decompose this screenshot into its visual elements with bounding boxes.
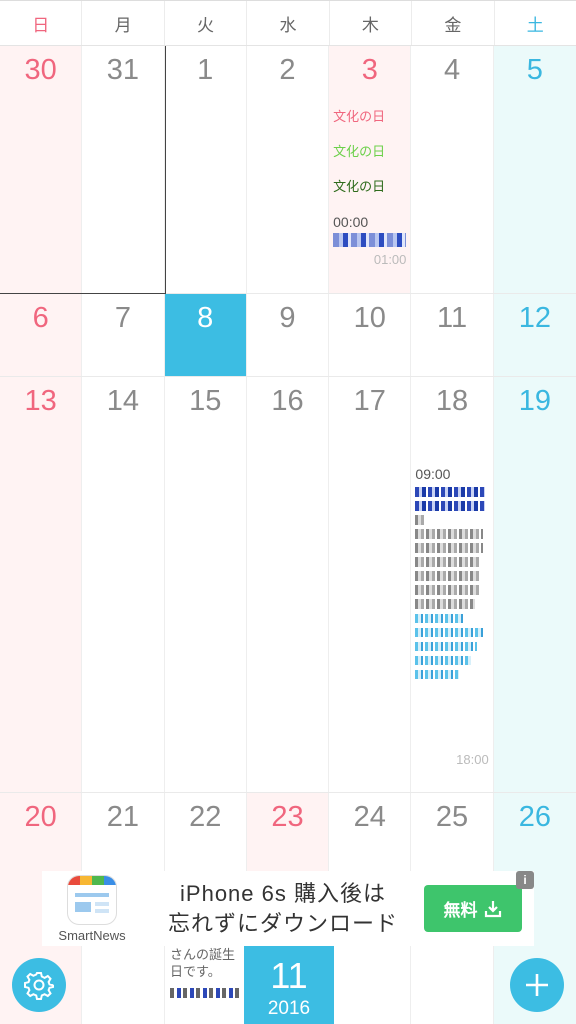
event-end-time: 18:00 (456, 752, 489, 767)
month-number: 11 (270, 955, 308, 996)
day-number: 23 (271, 801, 304, 833)
ad-button-label: 無料 (443, 901, 478, 920)
day-number: 12 (518, 302, 551, 334)
event-start-time: 09:00 (415, 466, 451, 482)
day-cell[interactable]: 19 (493, 377, 576, 792)
day-number: 11 (436, 302, 468, 334)
day-cell[interactable]: 12 (493, 294, 576, 376)
day-number: 24 (353, 801, 386, 833)
day-number: 20 (24, 801, 57, 833)
event-title-obscured (170, 988, 240, 998)
weekday-header: 日 月 火 水 木 金 土 (0, 0, 576, 46)
day-number: 13 (24, 385, 57, 417)
event-start-time: 00:00 (333, 214, 369, 230)
day-cell[interactable]: 5 (493, 46, 576, 293)
day-cell[interactable]: 1 (165, 46, 247, 293)
day-number: 25 (435, 801, 469, 833)
day-cell-today[interactable]: 8 (164, 294, 247, 376)
day-number: 19 (518, 385, 551, 417)
day-cell-holiday[interactable]: 3 文化の日 文化の日 文化の日 00:00 01:00 (329, 46, 412, 293)
event-label[interactable]: 文化の日 (329, 143, 410, 161)
day-cell[interactable]: 11 (411, 294, 494, 376)
ad-text: iPhone 6s 購入後は 忘れずにダウンロード (142, 879, 424, 939)
event-title-obscured[interactable] (333, 233, 407, 247)
day-number: 22 (189, 801, 222, 833)
selection-border (0, 293, 166, 294)
ad-brand: SmartNews (58, 927, 126, 943)
weekday-wed: 水 (247, 1, 330, 45)
weekday-sat: 土 (526, 15, 544, 35)
day-number: 31 (106, 54, 140, 86)
smartnews-icon (67, 874, 117, 925)
ad-download-button[interactable]: 無料 (424, 885, 522, 932)
ad-line-1: iPhone 6s 購入後は (180, 880, 386, 906)
week-row: 30 31 1 2 3 文化の日 文化の日 文化の日 00:00 01:00 4… (0, 46, 576, 294)
event-peek[interactable]: さんの誕生日です。 (166, 946, 244, 1024)
day-cell[interactable]: 17 (329, 377, 412, 792)
selection-border (165, 46, 166, 294)
day-cell[interactable]: 15 (165, 377, 247, 792)
ad-info-icon[interactable]: i (516, 871, 534, 889)
day-number: 4 (443, 54, 461, 86)
day-number: 21 (106, 801, 140, 833)
day-cell[interactable]: 16 (247, 377, 330, 792)
day-number: 15 (189, 385, 222, 417)
settings-button[interactable] (12, 958, 66, 1012)
day-cell[interactable]: 10 (329, 294, 412, 376)
day-cell[interactable]: 6 (0, 294, 83, 376)
day-cell[interactable]: 18 09:00 18:00 (411, 377, 494, 792)
day-number: 9 (279, 302, 296, 334)
week-row: 6 7 8 9 10 11 12 (0, 294, 576, 377)
day-number: 17 (353, 385, 386, 417)
weekday-tue: 火 (165, 1, 248, 45)
day-number: 7 (114, 302, 131, 334)
day-number: 18 (435, 385, 469, 417)
day-cell[interactable]: 14 (82, 377, 165, 792)
plus-icon (526, 974, 548, 996)
day-number: 1 (197, 54, 214, 86)
day-cell[interactable]: 30 (0, 46, 83, 293)
day-number: 3 (361, 54, 378, 86)
day-number: 5 (526, 54, 543, 86)
ad-line-2: 忘れずにダウンロード (167, 910, 398, 936)
weekday-fri: 金 (412, 1, 495, 45)
weekday-mon: 月 (82, 1, 165, 45)
year-number: 2016 (267, 998, 311, 1019)
day-cell[interactable]: 7 (82, 294, 165, 376)
day-cell[interactable]: 9 (247, 294, 330, 376)
day-number: 6 (32, 302, 49, 334)
gear-icon (24, 972, 54, 1000)
event-end-time: 01:00 (373, 252, 407, 267)
ad-banner[interactable]: SmartNews iPhone 6s 購入後は 忘れずにダウンロード 無料 i (42, 871, 534, 946)
event-label: さんの誕生日です。 (170, 947, 236, 979)
day-number: 26 (518, 801, 551, 833)
day-number: 14 (106, 385, 140, 417)
day-cell[interactable]: 2 (247, 46, 330, 293)
event-body-obscured[interactable] (411, 487, 492, 679)
event-label[interactable]: 文化の日 (329, 178, 410, 196)
week-row: 13 14 15 16 17 18 09:00 18:00 19 (0, 377, 576, 793)
add-event-button[interactable] (510, 958, 564, 1012)
day-number: 8 (197, 302, 214, 334)
day-cell[interactable]: 31 (82, 46, 165, 293)
event-label[interactable]: 文化の日 (329, 108, 410, 126)
month-badge[interactable]: 11 2016 (244, 946, 334, 1024)
weekday-thu: 木 (330, 1, 413, 45)
ad-logo: SmartNews (42, 871, 142, 946)
day-number: 16 (271, 385, 304, 417)
day-cell[interactable]: 4 (411, 46, 494, 293)
weekday-sun: 日 (0, 1, 83, 45)
day-cell[interactable]: 13 (0, 377, 83, 792)
download-icon (484, 900, 501, 917)
day-number: 2 (279, 54, 296, 86)
day-number: 30 (24, 54, 57, 86)
day-number: 10 (353, 302, 386, 334)
